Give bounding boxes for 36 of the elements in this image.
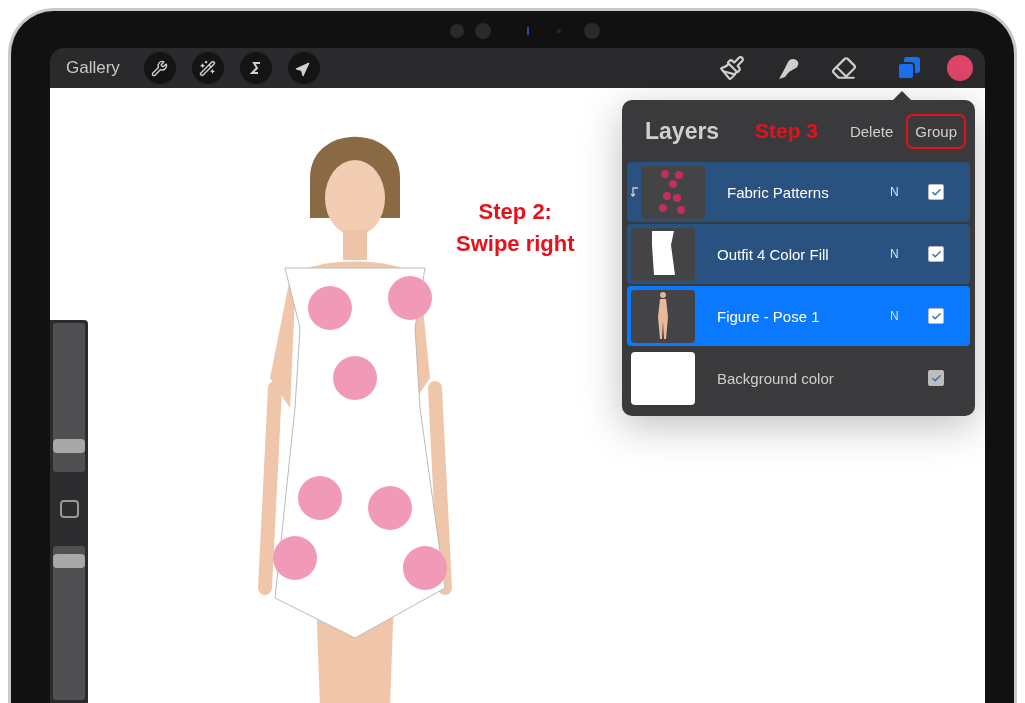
layer-name: Outfit 4 Color Fill: [716, 245, 830, 263]
selection-icon[interactable]: [239, 52, 272, 84]
check-icon: [930, 248, 942, 260]
brush-icon[interactable]: [719, 55, 745, 81]
check-icon: [930, 310, 942, 322]
figure-icon: [656, 291, 670, 341]
layer-name: Figure - Pose 1: [716, 307, 821, 325]
step-annotation: Step 2: Swipe right: [456, 198, 575, 258]
layer-name: Fabric Patterns: [726, 183, 830, 201]
color-swatch[interactable]: [947, 55, 973, 81]
visibility-checkbox[interactable]: [928, 246, 944, 262]
check-icon: [930, 186, 942, 198]
gallery-link[interactable]: Gallery: [66, 58, 120, 78]
blend-mode[interactable]: N: [890, 185, 928, 199]
layers-icon[interactable]: [897, 56, 921, 80]
layer-row[interactable]: Figure - Pose 1 N: [627, 286, 970, 346]
blend-mode[interactable]: N: [890, 247, 928, 261]
wrench-icon[interactable]: [143, 52, 176, 84]
slider-thumb[interactable]: [53, 553, 85, 568]
panel-title: Layers: [645, 117, 721, 145]
slider-thumb[interactable]: [53, 438, 85, 453]
layer-row[interactable]: Fabric Patterns N: [627, 162, 970, 222]
step-annotation: Step 3: [755, 119, 820, 143]
layer-row[interactable]: Outfit 4 Color Fill N: [627, 224, 970, 284]
visibility-checkbox[interactable]: [928, 184, 944, 200]
opacity-slider[interactable]: [53, 546, 85, 700]
panel-action[interactable]: Delete: [840, 113, 903, 149]
layer-name: Background color: [716, 369, 835, 387]
panel-action[interactable]: Group: [906, 113, 966, 149]
modify-button[interactable]: [59, 499, 79, 519]
visibility-checkbox[interactable]: [928, 308, 944, 324]
visibility-checkbox[interactable]: [928, 370, 944, 386]
brush-size-slider[interactable]: [53, 323, 85, 472]
magic-wand-icon[interactable]: [191, 52, 224, 84]
check-icon: [930, 372, 942, 384]
eraser-icon[interactable]: [831, 55, 857, 81]
